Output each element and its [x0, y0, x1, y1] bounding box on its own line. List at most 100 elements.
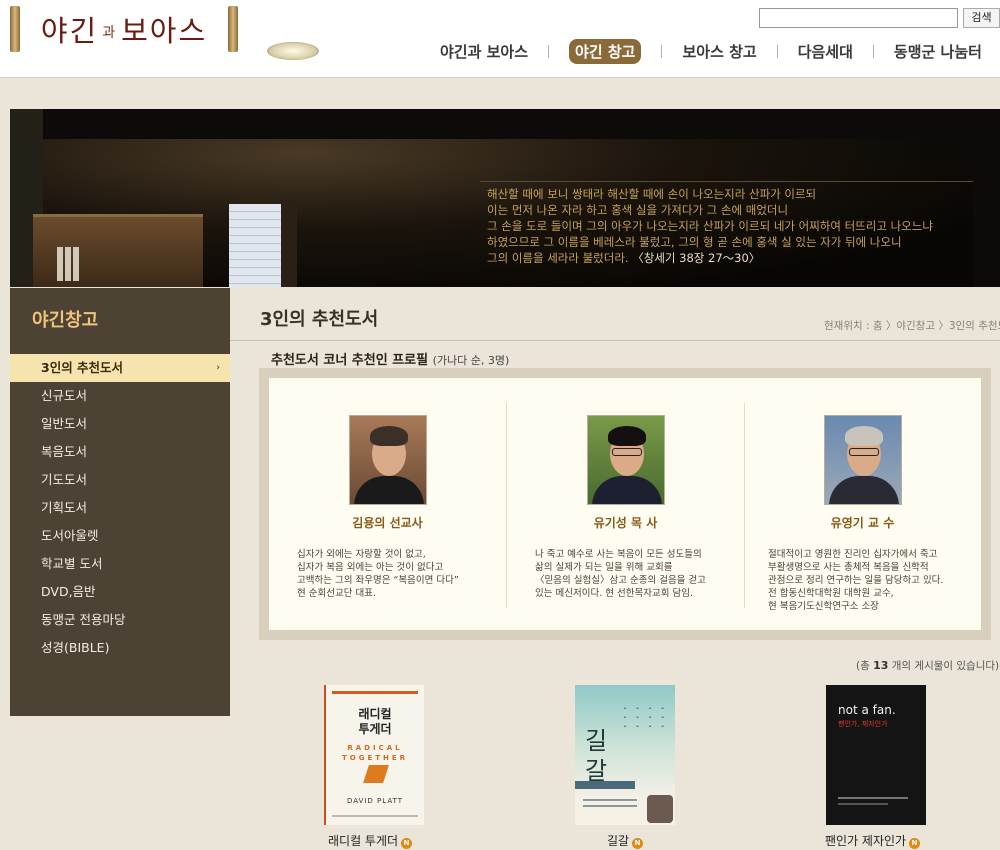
- cover-strip: [575, 781, 635, 789]
- sidebar-item-allies-corner[interactable]: 동맹군 전용마당: [10, 606, 230, 634]
- avatar-yoo-youngki: [824, 415, 902, 505]
- bookshelf-image: [33, 214, 203, 287]
- hero-quote: 해산할 때에 보니 쌍태라 해산할 때에 손이 나오는지라 산파가 이르되 이는…: [487, 186, 967, 266]
- profile-desc-line: 절대적이고 영원한 진리인 십자가에서 죽고: [768, 549, 938, 560]
- profile-description: 나 죽고 예수로 사는 복음이 모든 성도들의 삶의 실제가 되는 일을 위해 …: [535, 548, 706, 600]
- sidebar-item-school-books[interactable]: 학교별 도서: [10, 550, 230, 578]
- title-divider: [230, 340, 1000, 341]
- book-title-link[interactable]: 래디컬 투게더 N: [328, 832, 413, 849]
- search-button[interactable]: 검색: [963, 8, 1000, 28]
- profile-desc-line: 현 순회선교단 대표.: [297, 588, 376, 599]
- search-input[interactable]: [759, 8, 958, 28]
- profile-desc-line: 현 복음기도신학연구소 소장: [768, 601, 879, 612]
- book-cover-not-a-fan[interactable]: not a fan. 팬인가, 제자인가: [826, 685, 926, 825]
- sidebar-item-prayer-books[interactable]: 기도도서: [10, 466, 230, 494]
- site-logo[interactable]: 야긴 과 보아스: [10, 6, 238, 52]
- photo-hair: [370, 426, 408, 446]
- profile-desc-line: 관점으로 정리 연구하는 일을 담당하고 있다.: [768, 575, 944, 586]
- nav-separator: [776, 44, 778, 58]
- nav-item-jachin-store[interactable]: 야긴 창고: [569, 38, 642, 64]
- book-title: 래디컬 투게더: [328, 834, 399, 848]
- cover-en-line: TOGETHER: [341, 754, 409, 762]
- new-badge-icon: N: [632, 838, 644, 849]
- cover-text-line: [583, 805, 637, 807]
- profile-name: 유기성 목 사: [593, 516, 658, 530]
- logo-pillar-left: [10, 6, 20, 52]
- shelf-book: [73, 247, 79, 281]
- profile-desc-line: 나 죽고 예수로 사는 복음이 모든 성도들의: [535, 549, 702, 560]
- cover-text-line: [583, 799, 637, 801]
- new-badge-icon: N: [401, 838, 413, 849]
- sidebar-item-dvd-music[interactable]: DVD,음반: [10, 578, 230, 606]
- nav-item-boaz-store[interactable]: 보아스 창고: [682, 41, 756, 62]
- cover-text-line: [838, 803, 888, 805]
- profile-divider: [744, 403, 745, 608]
- sidebar-menu: 3인의 추천도서 › 신규도서 일반도서 복음도서 기도도서 기획도서 도서아울렛…: [10, 354, 230, 662]
- profile-heading: 추천도서 코너 추천인 프로필 (가나다 순, 3명): [271, 349, 509, 368]
- profile-desc-line: 고백하는 그의 좌우명은 “복음이면 다다”: [297, 575, 459, 586]
- nav-separator: [548, 44, 550, 58]
- chevron-right-icon: ›: [216, 363, 220, 373]
- sidebar-item-label: 3인의 추천도서: [41, 360, 124, 375]
- sidebar-item-featured-books[interactable]: 기획도서: [10, 494, 230, 522]
- sidebar-item-bible[interactable]: 성경(BIBLE): [10, 634, 230, 662]
- sidebar-item-new-books[interactable]: 신규도서: [10, 382, 230, 410]
- profile-desc-line: 부활생명으로 사는 총체적 복음을 신학적: [768, 562, 929, 573]
- avatar-yoo-kisung: [587, 415, 665, 505]
- quote-reference: 〈창세기 38장 27〜30〉: [632, 251, 761, 265]
- author-photo: [647, 795, 673, 823]
- profile-description: 십자가 외에는 자랑할 것이 없고, 십자가 복음 외에는 아는 것이 없다고 …: [297, 548, 459, 600]
- quote-line: 그의 이름을 세라라 불렀더라.: [487, 251, 629, 265]
- quote-line: 하였으므로 그 이름을 베레스라 불렀고, 그의 형 곧 손에 홍색 실 있는 …: [487, 235, 902, 249]
- quote-line: 이는 먼저 나온 자라 하고 홍색 실을 가져다가 그 손에 매었더니: [487, 203, 789, 217]
- profile-name: 김용의 선교사: [352, 516, 423, 530]
- nav-item-jachin-boaz[interactable]: 야긴과 보아스: [440, 41, 528, 62]
- cover-english-title: not a fan.: [838, 703, 896, 717]
- profile-description: 절대적이고 영원한 진리인 십자가에서 죽고 부활생명으로 사는 총체적 복음을…: [768, 548, 943, 613]
- logo-second-word: 보아스: [121, 14, 208, 48]
- sidebar-item-gospel-books[interactable]: 복음도서: [10, 438, 230, 466]
- sidebar-item-general-books[interactable]: 일반도서: [10, 410, 230, 438]
- post-count-value: 13: [873, 659, 889, 672]
- cover-text-line: [838, 797, 908, 799]
- logo-connector: 과: [102, 25, 118, 41]
- quote-line: 그 손을 도로 들이며 그의 아우가 나오는지라 산파가 이르되 네가 어찌하여…: [487, 219, 933, 233]
- shelf-book: [57, 247, 63, 281]
- sidebar-item-book-outlet[interactable]: 도서아울렛: [10, 522, 230, 550]
- book-title-link[interactable]: 팬인가 제자인가 N: [825, 832, 921, 849]
- new-badge-icon: N: [909, 838, 921, 849]
- photo-glasses: [612, 448, 642, 456]
- logo-pillar-right: [228, 6, 238, 52]
- profile-desc-line: 십자가 외에는 자랑할 것이 없고,: [297, 549, 426, 560]
- profile-name: 유영기 교 수: [830, 516, 895, 530]
- sidebar-item-recommended-books[interactable]: 3인의 추천도서 ›: [10, 354, 230, 382]
- avatar-kim-yongui: [349, 415, 427, 505]
- profile-divider: [506, 403, 507, 608]
- book-title: 길갈: [607, 834, 630, 848]
- logo-text: 야긴 과 보아스: [20, 8, 228, 50]
- cover-title-line: 래디컬: [358, 707, 392, 721]
- sidebar-title: 야긴창고: [32, 310, 99, 331]
- runner-illustration: [363, 765, 389, 783]
- profile-desc-line: 전 합동신학대학원 대학원 교수,: [768, 588, 894, 599]
- post-count-prefix: (총: [856, 660, 874, 672]
- quote-line: 해산할 때에 보니 쌍태라 해산할 때에 손이 나오는지라 산파가 이르되: [487, 187, 817, 201]
- book-cover-gilgal[interactable]: 길 갈 ˇ ˇ ˇ ˇ ˇ ˇ ˇ ˇ ˇ ˇ ˇ ˇ: [575, 685, 675, 825]
- cover-author: DAVID PLATT: [346, 797, 404, 805]
- quote-rule: [480, 181, 973, 182]
- photo-hair: [845, 426, 883, 446]
- photo-glasses: [849, 448, 879, 456]
- profile-heading-text: 추천도서 코너 추천인 프로필: [271, 353, 429, 368]
- nav-separator: [661, 44, 663, 58]
- nav-item-allies-sharing[interactable]: 동맹군 나눔터: [894, 41, 982, 62]
- cover-english-title: RADICAL TOGETHER: [326, 743, 424, 763]
- main-navigation: 야긴과 보아스 야긴 창고 보아스 창고 다음세대 동맹군 나눔터: [440, 38, 1000, 64]
- book-title-link[interactable]: 길갈 N: [607, 832, 644, 849]
- post-count: (총 13 개의 게시물이 있습니다): [856, 658, 999, 673]
- nav-item-next-generation[interactable]: 다음세대: [798, 41, 853, 62]
- cover-en-line: RADICAL: [347, 744, 403, 752]
- sidebar: 야긴창고 3인의 추천도서 › 신규도서 일반도서 복음도서 기도도서 기획도서 …: [10, 288, 230, 716]
- cover-accent-bar: [332, 691, 418, 694]
- post-count-suffix: 개의 게시물이 있습니다): [888, 660, 1000, 672]
- book-cover-radical-together[interactable]: 래디컬 투게더 RADICAL TOGETHER DAVID PLATT: [324, 685, 424, 825]
